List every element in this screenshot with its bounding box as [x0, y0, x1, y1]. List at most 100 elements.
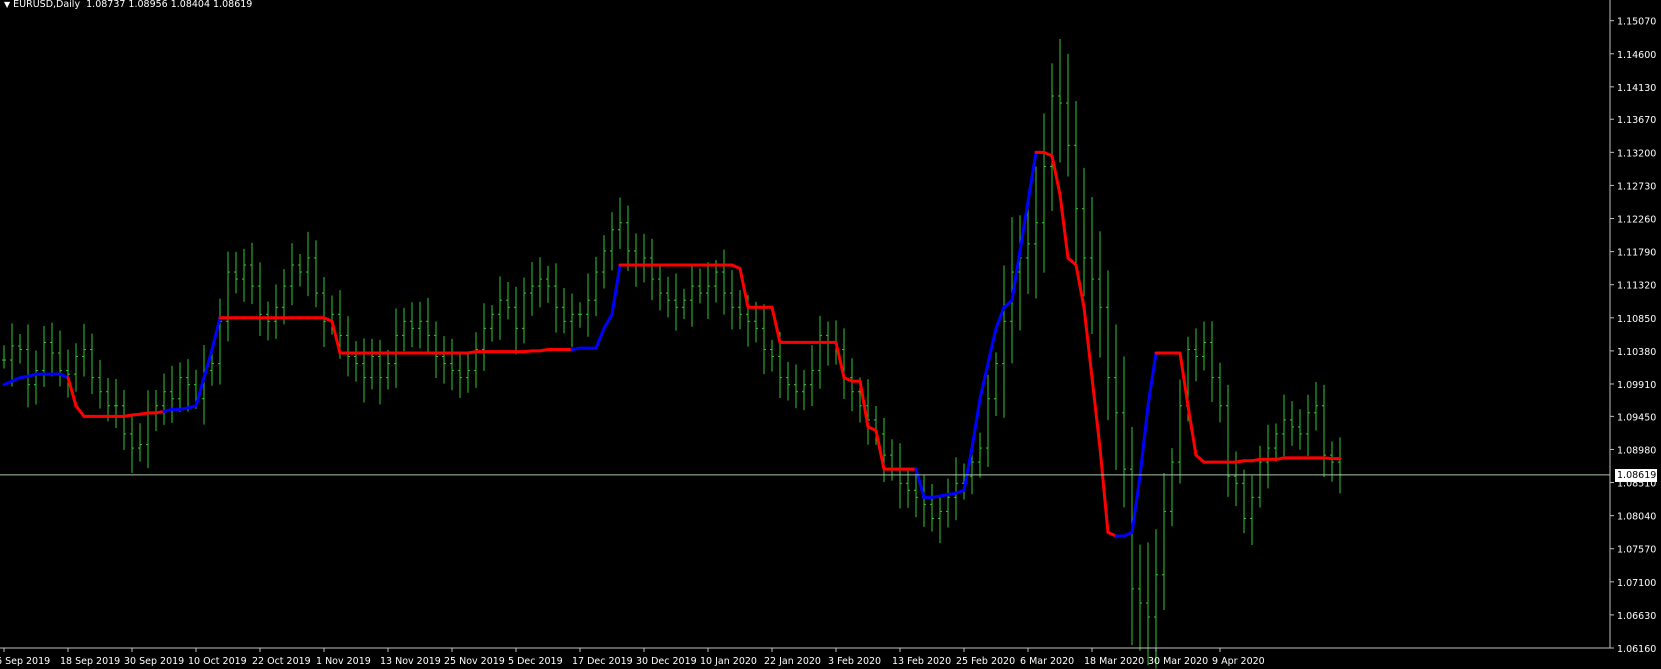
price-chart[interactable]: 1.15070 1.14600 1.14130 1.13670 1.13200 1.127… [0, 0, 1661, 669]
price-bar [1202, 321, 1206, 371]
x-tick-label: 9 Apr 2020 [1212, 656, 1265, 667]
price-bar [434, 321, 438, 379]
price-bar [1194, 328, 1198, 382]
price-bar [346, 316, 350, 377]
x-tick-label: 25 Feb 2020 [956, 656, 1015, 667]
price-bar [258, 262, 262, 337]
indicator-segment [770, 305, 782, 344]
price-bar [290, 243, 294, 306]
y-tick-label: 1.14600 [1617, 50, 1656, 61]
price-bar [842, 328, 846, 399]
price-bar [42, 326, 46, 387]
x-tick-label: 22 Jan 2020 [764, 656, 821, 667]
price-bar [98, 359, 102, 409]
indicator-segment [914, 467, 926, 499]
price-bar [1090, 197, 1094, 334]
price-bar [674, 273, 678, 331]
price-bar [506, 282, 510, 320]
price-bar [50, 322, 54, 377]
price-bar [1034, 166, 1038, 299]
price-bars [2, 39, 1342, 669]
indicator-segment [1178, 351, 1190, 408]
price-bar [234, 251, 238, 294]
price-bar [1314, 382, 1318, 431]
price-bar [906, 468, 910, 508]
price-bar [266, 301, 270, 341]
y-tick-label: 1.13200 [1617, 148, 1656, 159]
y-tick-label: 1.10380 [1617, 347, 1656, 358]
price-bar [458, 354, 462, 398]
indicator-line [2, 150, 1342, 538]
indicator-segment [1138, 404, 1150, 478]
price-bar [1338, 437, 1342, 494]
price-bar [218, 298, 222, 385]
indicator-segment [970, 397, 982, 450]
price-bar [554, 263, 558, 333]
price-bar [1298, 409, 1302, 450]
price-bar [1058, 39, 1062, 163]
price-bar [810, 345, 814, 406]
price-bar [146, 390, 150, 469]
price-bar [818, 315, 822, 389]
price-bar [1250, 475, 1254, 545]
price-bar [162, 373, 166, 425]
price-bar [738, 290, 742, 330]
price-bar [66, 349, 70, 398]
price-bar [82, 323, 86, 377]
price-bar [1274, 423, 1278, 462]
indicator-segment [858, 379, 870, 429]
indicator-segment [1010, 249, 1022, 302]
x-axis: 6 Sep 2019 18 Sep 2019 30 Sep 2019 10 Oct 2… [0, 648, 1265, 667]
price-bar [1066, 53, 1070, 177]
price-bar [1074, 101, 1078, 270]
indicator-segment [1066, 256, 1078, 267]
price-bar [562, 287, 566, 334]
price-bar [594, 256, 598, 317]
price-bar [922, 474, 926, 527]
price-bar [1306, 394, 1310, 456]
indicator-segment [994, 305, 1006, 330]
price-bar [314, 240, 318, 308]
price-bar [10, 323, 14, 387]
price-bar [698, 268, 702, 304]
indicator-segment [1090, 376, 1102, 450]
y-tick-label: 1.11320 [1617, 281, 1656, 292]
price-bar [122, 389, 126, 450]
indicator-segment [1074, 263, 1086, 309]
price-bar [898, 443, 902, 509]
price-bar [570, 293, 574, 348]
x-tick-label: 6 Mar 2020 [1020, 656, 1074, 667]
price-bar [90, 333, 94, 395]
price-bar [1178, 379, 1182, 484]
price-bar [466, 351, 470, 393]
price-bar [586, 273, 590, 337]
y-tick-label: 1.12260 [1617, 215, 1656, 226]
price-bar [802, 370, 806, 411]
price-bar [650, 238, 654, 301]
price-bar [634, 233, 638, 287]
price-bar [1114, 324, 1118, 470]
x-tick-label: 5 Dec 2019 [508, 656, 563, 667]
price-bar [1226, 384, 1230, 497]
x-tick-label: 6 Sep 2019 [0, 656, 50, 667]
price-bar [514, 286, 518, 355]
x-tick-label: 10 Jan 2020 [700, 656, 757, 667]
price-bar [538, 257, 542, 308]
price-bar [666, 276, 670, 318]
price-bar [474, 332, 478, 388]
x-tick-label: 22 Oct 2019 [252, 656, 311, 667]
price-bar [658, 263, 662, 311]
price-bar [34, 350, 38, 405]
indicator-segment [610, 263, 622, 316]
price-bar [1322, 384, 1326, 478]
price-bar [730, 270, 734, 330]
price-bar [274, 284, 278, 339]
price-bar [1082, 167, 1086, 297]
y-tick-label: 1.06630 [1617, 611, 1656, 622]
price-bar [986, 374, 990, 468]
y-tick-label: 1.11790 [1617, 248, 1656, 259]
price-bar [418, 301, 422, 349]
indicator-segment [738, 267, 750, 309]
x-tick-label: 1 Nov 2019 [316, 656, 371, 667]
y-tick-label: 1.09910 [1617, 380, 1656, 391]
